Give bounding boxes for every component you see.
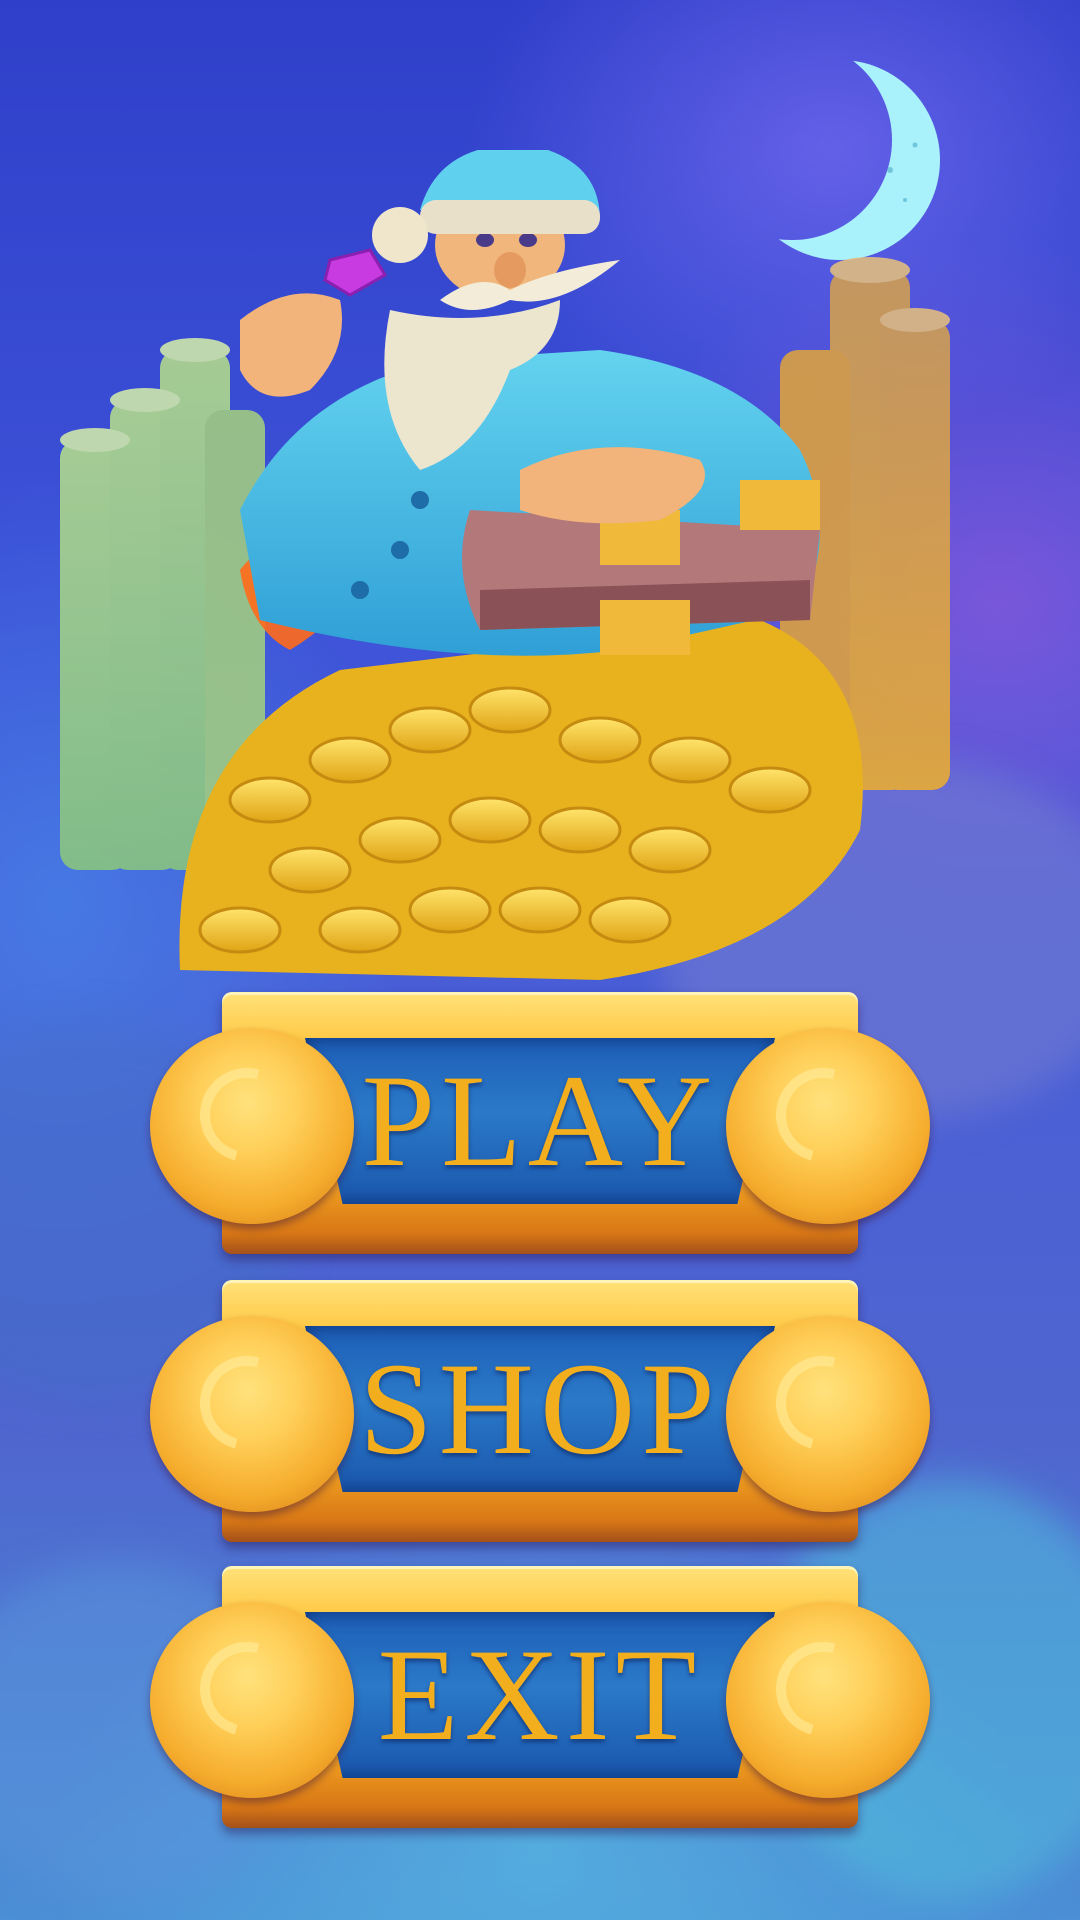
wizard-illustration — [60, 150, 950, 980]
gold-coin-pile — [179, 620, 863, 980]
wizard-hand — [240, 293, 342, 397]
exit-button[interactable]: EXIT — [150, 1566, 930, 1828]
shop-button[interactable]: SHOP — [150, 1280, 930, 1542]
main-menu-screen: PLAY SHOP EXIT — [0, 0, 1080, 1920]
purple-gem-icon — [323, 248, 388, 297]
exit-button-label: EXIT — [377, 1621, 703, 1768]
play-button-label: PLAY — [361, 1047, 719, 1194]
shop-button-label: SHOP — [359, 1335, 721, 1482]
play-button[interactable]: PLAY — [150, 992, 930, 1254]
